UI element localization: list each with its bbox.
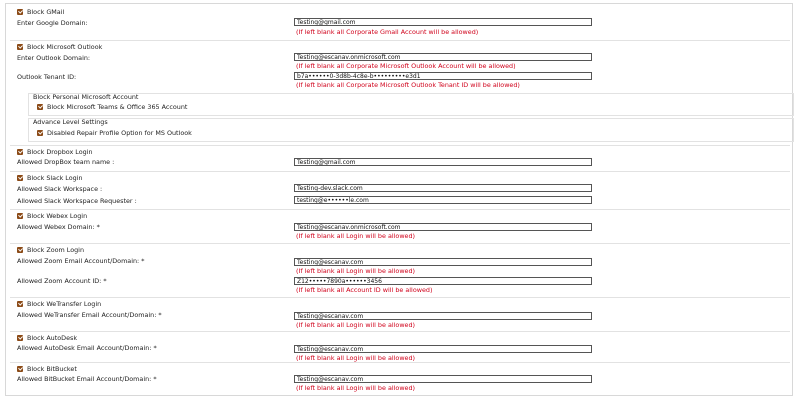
field-label: Allowed Slack Workspace Requester : (17, 197, 137, 205)
field-label: Enter Google Domain: (17, 19, 88, 27)
checkbox-label: Block WeTransfer Login (27, 300, 102, 308)
block-zoom-checkbox[interactable]: Block Zoom Login (17, 245, 84, 255)
field-label: Enter Outlook Domain: (17, 54, 91, 62)
section-webex: Block Webex Login Allowed Webex Domain: … (10, 209, 790, 241)
field-label: Outlook Tenant ID: (17, 73, 77, 81)
section-outlook: Block Microsoft Outlook Enter Outlook Do… (10, 40, 794, 144)
hint-text: (If left blank all Login will be allowed… (296, 321, 416, 329)
checkbox-icon[interactable] (17, 44, 23, 50)
checkbox-icon[interactable] (17, 213, 23, 219)
personal-account-group: Block Personal Microsoft Account Block M… (28, 93, 794, 116)
slack-workspace-input[interactable] (294, 184, 592, 192)
field-label: Allowed BitBucket Email Account/Domain: … (17, 375, 157, 383)
hint-text: (If left blank all Login will be allowed… (296, 354, 416, 362)
hint-text: (If left blank all Account ID will be al… (296, 286, 433, 294)
field-label: Allowed AutoDesk Email Account/Domain: * (17, 344, 157, 352)
checkbox-label: Disabled Repair Profile Option for MS Ou… (47, 129, 192, 137)
checkbox-label: Block Slack Login (27, 174, 83, 182)
bitbucket-email-input[interactable] (294, 375, 592, 383)
webex-domain-input[interactable] (294, 223, 592, 231)
checkbox-label: Block BitBucket (27, 365, 77, 373)
block-autodesk-checkbox[interactable]: Block AutoDesk (17, 333, 77, 343)
checkbox-label: Block Dropbox Login (27, 148, 93, 156)
section-slack: Block Slack Login Allowed Slack Workspac… (10, 171, 790, 207)
hint-text: (If left blank all Corporate Microsoft O… (296, 62, 516, 70)
dropbox-team-input[interactable] (294, 158, 592, 166)
block-wetransfer-checkbox[interactable]: Block WeTransfer Login (17, 299, 101, 309)
block-webex-checkbox[interactable]: Block Webex Login (17, 211, 87, 221)
field-label: Allowed DropBox team name : (17, 158, 115, 166)
wetransfer-email-input[interactable] (294, 312, 592, 320)
block-bitbucket-checkbox[interactable]: Block BitBucket (17, 364, 77, 374)
checkbox-icon[interactable] (17, 335, 23, 341)
hint-text: (If left blank all Login will be allowed… (296, 232, 416, 240)
block-teams-checkbox[interactable]: Block Microsoft Teams & Office 365 Accou… (37, 102, 187, 112)
hint-text: (If left blank all Corporate Gmail Accou… (296, 28, 479, 36)
block-dropbox-checkbox[interactable]: Block Dropbox Login (17, 147, 93, 157)
checkbox-label: Block Webex Login (27, 212, 88, 220)
google-domain-input[interactable] (294, 18, 592, 26)
slack-requester-input[interactable] (294, 196, 592, 204)
field-label: Allowed Zoom Email Account/Domain: * (17, 257, 145, 265)
group-title: Block Personal Microsoft Account (33, 93, 139, 101)
checkbox-label: Block GMail (27, 8, 65, 16)
checkbox-icon[interactable] (17, 247, 23, 253)
zoom-email-input[interactable] (294, 258, 592, 266)
hint-text: (If left blank all Login will be allowed… (296, 384, 416, 392)
checkbox-icon[interactable] (17, 366, 23, 372)
hint-text: (If left blank all Corporate Microsoft O… (296, 81, 520, 89)
field-label: Allowed Slack Workspace : (17, 185, 103, 193)
section-bitbucket: Block BitBucket Allowed BitBucket Email … (10, 362, 790, 394)
checkbox-icon[interactable] (17, 9, 23, 15)
autodesk-email-input[interactable] (294, 345, 592, 353)
checkbox-icon[interactable] (17, 149, 23, 155)
section-wetransfer: Block WeTransfer Login Allowed WeTransfe… (10, 297, 790, 329)
checkbox-icon[interactable] (17, 175, 23, 181)
section-autodesk: Block AutoDesk Allowed AutoDesk Email Ac… (10, 331, 790, 362)
checkbox-icon[interactable] (17, 301, 23, 307)
hint-text: (If left blank all Login will be allowed… (296, 267, 416, 275)
checkbox-label: Block AutoDesk (27, 334, 78, 342)
section-dropbox: Block Dropbox Login Allowed DropBox team… (10, 145, 790, 169)
block-slack-checkbox[interactable]: Block Slack Login (17, 173, 83, 183)
outlook-domain-input[interactable] (294, 53, 592, 61)
tenant-id-input[interactable] (294, 72, 592, 80)
zoom-account-id-input[interactable] (294, 277, 592, 285)
checkbox-label: Block Zoom Login (27, 246, 85, 254)
block-outlook-checkbox[interactable]: Block Microsoft Outlook (17, 42, 102, 52)
checkbox-icon[interactable] (37, 104, 43, 110)
checkbox-label: Block Microsoft Teams & Office 365 Accou… (47, 103, 188, 111)
disable-repair-checkbox[interactable]: Disabled Repair Profile Option for MS Ou… (37, 128, 192, 138)
group-title: Advance Level Settings (33, 118, 108, 126)
field-label: Allowed Zoom Account ID: * (17, 277, 107, 285)
block-gmail-checkbox[interactable]: Block GMail (17, 7, 64, 17)
checkbox-icon[interactable] (37, 130, 43, 136)
field-label: Allowed Webex Domain: * (17, 223, 100, 231)
advance-settings-group: Advance Level Settings Disabled Repair P… (28, 118, 794, 142)
section-gmail: Block GMail Enter Google Domain: (If lef… (10, 6, 790, 38)
section-zoom: Block Zoom Login Allowed Zoom Email Acco… (10, 243, 790, 295)
field-label: Allowed WeTransfer Email Account/Domain:… (17, 311, 162, 319)
checkbox-label: Block Microsoft Outlook (27, 43, 103, 51)
